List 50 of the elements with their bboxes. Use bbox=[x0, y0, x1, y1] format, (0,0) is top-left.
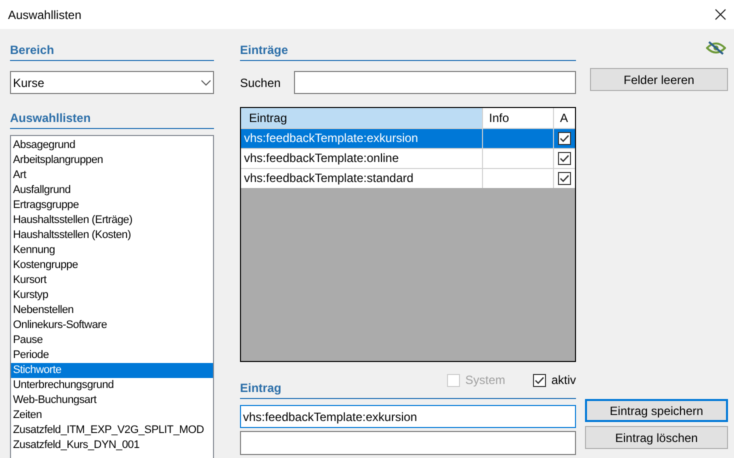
section-heading: Auswahllisten bbox=[10, 111, 91, 125]
table-row[interactable]: vhs:feedbackTemplate:exkursion bbox=[241, 128, 575, 148]
list-item[interactable]: Nebenstellen bbox=[11, 303, 213, 318]
list-item[interactable]: Zusatzfeld_ITM_EXP_V2G_SPLIT_MOD bbox=[11, 423, 213, 438]
list-item[interactable]: Zusatzfeld_Kurs_DYN_001 bbox=[11, 438, 213, 453]
checkbox[interactable] bbox=[558, 152, 570, 165]
checkbox[interactable] bbox=[558, 172, 570, 185]
section-heading: Einträge bbox=[240, 43, 288, 57]
table-cell-text: vhs:feedbackTemplate:online bbox=[243, 150, 400, 167]
info-input-field[interactable] bbox=[240, 431, 576, 455]
checkbox[interactable] bbox=[558, 132, 570, 145]
list-item[interactable]: Stichworte bbox=[11, 363, 213, 378]
list-item[interactable]: Onlinekurs-Software bbox=[11, 318, 213, 333]
list-item[interactable]: Art bbox=[11, 168, 213, 183]
entry-input-field[interactable]: vhs:feedbackTemplate:exkursion bbox=[240, 405, 576, 428]
list-item[interactable]: Kostengruppe bbox=[11, 258, 213, 273]
list-item[interactable]: Pause bbox=[11, 333, 213, 348]
list-item[interactable]: Unterbrechungsgrund bbox=[11, 378, 213, 393]
list-item[interactable]: Kurstyp bbox=[11, 288, 213, 303]
list-item[interactable]: Kennung bbox=[11, 243, 213, 258]
chevron-down-icon bbox=[201, 80, 211, 86]
window-title: Auswahllisten bbox=[8, 6, 82, 24]
column-header[interactable]: Eintrag bbox=[241, 108, 482, 128]
table-row[interactable]: vhs:feedbackTemplate:online bbox=[241, 148, 575, 168]
search-label: Suchen bbox=[240, 74, 282, 92]
area-dropdown[interactable]: Kurse bbox=[10, 71, 214, 94]
eye-slash-icon[interactable] bbox=[706, 41, 726, 55]
delete-entry-button[interactable]: Eintrag löschen bbox=[585, 426, 728, 449]
list-item[interactable]: Ertragsgruppe bbox=[11, 198, 213, 213]
list-item[interactable]: Haushaltsstellen (Kosten) bbox=[11, 228, 213, 243]
section-heading: Bereich bbox=[10, 43, 54, 57]
table-row[interactable]: vhs:feedbackTemplate:standard bbox=[241, 168, 575, 188]
list-item[interactable]: Absagegrund bbox=[11, 138, 213, 153]
list-item[interactable]: Arbeitsplangruppen bbox=[11, 153, 213, 168]
list-item[interactable]: Zeiten bbox=[11, 408, 213, 423]
checkbox-label: System bbox=[465, 372, 506, 389]
list-item[interactable]: Haushaltsstellen (Erträge) bbox=[11, 213, 213, 228]
table-cell-text: vhs:feedbackTemplate:standard bbox=[243, 170, 414, 187]
search-field[interactable] bbox=[294, 71, 576, 94]
save-entry-button[interactable]: Eintrag speichern bbox=[585, 399, 728, 422]
list-item[interactable]: Ausfallgrund bbox=[11, 183, 213, 198]
list-item[interactable]: Kursort bbox=[11, 273, 213, 288]
checkbox[interactable] bbox=[533, 374, 546, 386]
list-item[interactable]: Web-Buchungsart bbox=[11, 393, 213, 408]
table-cell-text: vhs:feedbackTemplate:exkursion bbox=[243, 130, 420, 147]
checkbox-label: aktiv bbox=[551, 372, 576, 389]
clear-fields-button[interactable]: Felder leeren bbox=[590, 68, 728, 91]
section-heading: Eintrag bbox=[240, 380, 282, 397]
close-icon[interactable] bbox=[715, 9, 726, 20]
list-item[interactable]: Periode bbox=[11, 348, 213, 363]
